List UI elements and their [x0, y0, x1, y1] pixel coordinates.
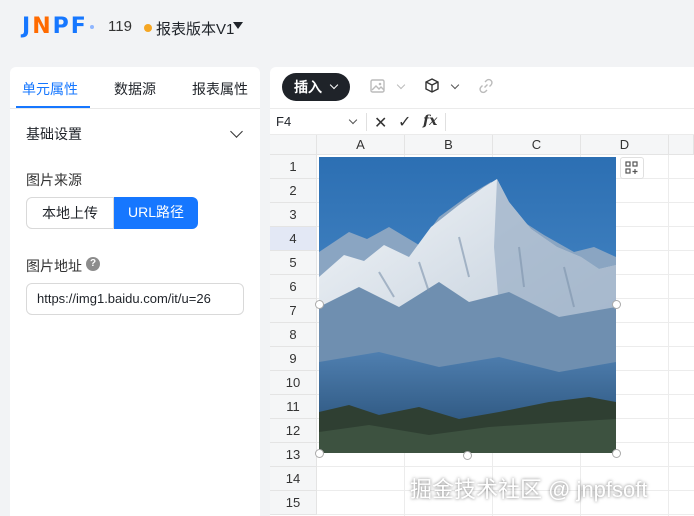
- function-icon[interactable]: fx: [423, 113, 437, 129]
- local-upload-button[interactable]: 本地上传: [26, 197, 114, 229]
- image-layout-button[interactable]: [620, 157, 644, 179]
- status-dot: [144, 24, 152, 32]
- caret-down-icon[interactable]: [233, 22, 243, 29]
- logo-letter: N: [32, 14, 53, 39]
- inserted-image-mountain[interactable]: [319, 157, 616, 453]
- column-header[interactable]: [669, 135, 694, 155]
- column-header[interactable]: D: [581, 135, 669, 155]
- resize-handle[interactable]: [463, 451, 472, 460]
- row-header[interactable]: 1: [270, 155, 317, 179]
- corner-cell[interactable]: [270, 135, 317, 155]
- chevron-down-icon[interactable]: [348, 115, 358, 125]
- row-header[interactable]: 12: [270, 419, 317, 443]
- row-header[interactable]: 2: [270, 179, 317, 203]
- row-header[interactable]: 13: [270, 443, 317, 467]
- row-header[interactable]: 5: [270, 251, 317, 275]
- tab-report-properties[interactable]: 报表属性: [192, 79, 248, 99]
- row-header[interactable]: 3: [270, 203, 317, 227]
- tab-cell-properties[interactable]: 单元属性: [22, 79, 78, 99]
- resize-handle[interactable]: [315, 449, 324, 458]
- formula-bar: F4 ✕ ✓ fx: [270, 109, 694, 135]
- top-bar: JNPF 119 报表版本V1: [0, 0, 694, 56]
- version-selector[interactable]: 报表版本V1: [156, 18, 234, 39]
- row-header[interactable]: 15: [270, 491, 317, 515]
- link-icon[interactable]: [477, 77, 495, 95]
- url-path-button[interactable]: URL路径: [114, 197, 198, 229]
- row-header[interactable]: 7: [270, 299, 317, 323]
- properties-panel: 单元属性 数据源 报表属性 基础设置 图片来源 本地上传 URL路径 图片地址 …: [10, 67, 260, 516]
- grid-line: [668, 155, 669, 516]
- row-header[interactable]: 11: [270, 395, 317, 419]
- question-icon[interactable]: ?: [86, 257, 100, 271]
- cube-icon[interactable]: [423, 77, 441, 95]
- watermark: 掘金技术社区 @ jnpfsoft: [410, 477, 648, 502]
- row-header[interactable]: 6: [270, 275, 317, 299]
- image-url-label: 图片地址: [26, 258, 82, 274]
- column-header[interactable]: C: [493, 135, 581, 155]
- active-tab-indicator: [16, 106, 90, 108]
- chevron-down-icon[interactable]: [396, 80, 406, 90]
- separator-dot: [90, 25, 94, 29]
- insert-label: 插入: [294, 79, 322, 95]
- row-header[interactable]: 10: [270, 371, 317, 395]
- chevron-down-icon[interactable]: [450, 80, 460, 90]
- grid-line: [317, 466, 694, 467]
- logo-letter: F: [70, 14, 88, 39]
- insert-button[interactable]: 插入: [282, 73, 350, 101]
- cell-reference[interactable]: F4: [276, 114, 291, 129]
- image-url-input[interactable]: https://img1.baidu.com/it/u=26: [26, 283, 244, 315]
- toolbar: 插入: [270, 67, 694, 109]
- image-icon[interactable]: [369, 77, 387, 95]
- resize-handle[interactable]: [612, 300, 621, 309]
- divider: [445, 113, 446, 131]
- row-header[interactable]: 8: [270, 323, 317, 347]
- row-header[interactable]: 14: [270, 467, 317, 491]
- grid-add-icon: [625, 161, 638, 174]
- cancel-icon[interactable]: ✕: [374, 113, 387, 133]
- divider: [366, 113, 367, 131]
- image-source-toggle: 本地上传 URL路径: [26, 197, 198, 229]
- resize-handle[interactable]: [612, 449, 621, 458]
- mountain-image: [319, 157, 616, 453]
- resize-handle[interactable]: [315, 300, 324, 309]
- logo-letter: P: [52, 14, 71, 39]
- grid-line: [317, 514, 694, 515]
- image-source-label: 图片来源: [26, 172, 82, 188]
- confirm-icon[interactable]: ✓: [398, 112, 411, 132]
- section-basic-settings[interactable]: 基础设置: [26, 124, 82, 144]
- report-number: 119: [108, 18, 132, 35]
- jnpf-logo[interactable]: JNPF: [22, 14, 88, 39]
- chevron-down-icon[interactable]: [230, 125, 243, 138]
- column-header[interactable]: B: [405, 135, 493, 155]
- row-header[interactable]: 4: [270, 227, 317, 251]
- logo-letter: J: [22, 14, 33, 39]
- tab-data-source[interactable]: 数据源: [114, 79, 156, 99]
- chevron-down-icon: [329, 80, 339, 90]
- panel-tabs: 单元属性 数据源 报表属性: [10, 67, 260, 109]
- column-header[interactable]: A: [317, 135, 405, 155]
- row-header[interactable]: 9: [270, 347, 317, 371]
